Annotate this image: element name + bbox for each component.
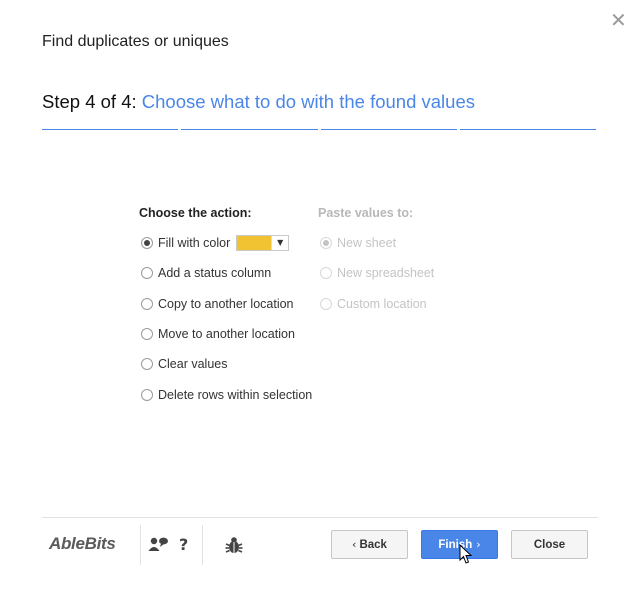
radio-new-spreadsheet: New spreadsheet [320,264,434,282]
step-description: Choose what to do with the found values [141,91,475,112]
paste-heading: Paste values to: [318,206,414,220]
step-progress-bar [42,129,596,131]
support-chat-icon[interactable] [148,536,170,556]
radio-label: Copy to another location [158,297,294,311]
radio-label: Custom location [337,297,427,311]
close-icon[interactable]: ✕ [610,10,627,30]
question-mark-icon[interactable]: ? [179,535,188,554]
radio-button[interactable] [141,298,153,310]
radio-button [320,298,332,310]
close-button-label: Close [533,538,566,551]
radio-label: Move to another location [158,327,295,341]
radio-button [320,267,332,279]
mouse-pointer-icon [459,544,473,564]
radio-button [320,237,332,249]
radio-fill-with-color[interactable]: Fill with color ▼ [141,234,290,252]
radio-label: Delete rows within selection [158,388,313,402]
radio-button[interactable] [141,358,153,370]
ablebits-logo[interactable]: AbleBits [49,534,116,554]
progress-segment [459,129,596,130]
radio-button[interactable] [141,328,153,340]
back-button-label: Back [359,538,387,551]
action-heading: Choose the action: [139,206,252,220]
radio-label: New sheet [337,236,397,250]
radio-label: Clear values [158,357,228,371]
chevron-right-icon: › [476,538,481,551]
footer-divider [42,517,598,518]
radio-button[interactable] [141,389,153,401]
step-number: Step 4 of 4: [42,91,137,112]
close-button[interactable]: Close [511,530,588,559]
progress-segment [42,129,179,130]
dialog-title: Find duplicates or uniques [42,33,229,50]
step-heading: Step 4 of 4: Choose what to do with the … [42,91,475,113]
radio-label: New spreadsheet [337,266,435,280]
radio-custom-location: Custom location [320,295,427,313]
color-swatch[interactable] [237,236,272,250]
radio-add-status-column[interactable]: Add a status column [141,264,271,282]
footer-separator [202,525,203,565]
radio-new-sheet: New sheet [320,234,396,252]
radio-delete-rows[interactable]: Delete rows within selection [141,386,312,404]
progress-segment [320,129,457,130]
back-button[interactable]: ‹ Back [331,530,408,559]
radio-move-to-location[interactable]: Move to another location [141,325,295,343]
radio-label: Add a status column [158,266,272,280]
radio-button[interactable] [141,237,153,249]
chevron-left-icon: ‹ [352,538,357,551]
radio-clear-values[interactable]: Clear values [141,355,227,373]
bug-icon[interactable] [224,536,244,558]
footer-separator [140,525,141,565]
progress-segment [181,129,318,130]
color-picker[interactable]: ▼ [236,235,290,251]
chevron-down-icon[interactable]: ▼ [271,236,288,250]
radio-label: Fill with color [158,236,231,250]
radio-copy-to-location[interactable]: Copy to another location [141,295,294,313]
radio-button[interactable] [141,267,153,279]
